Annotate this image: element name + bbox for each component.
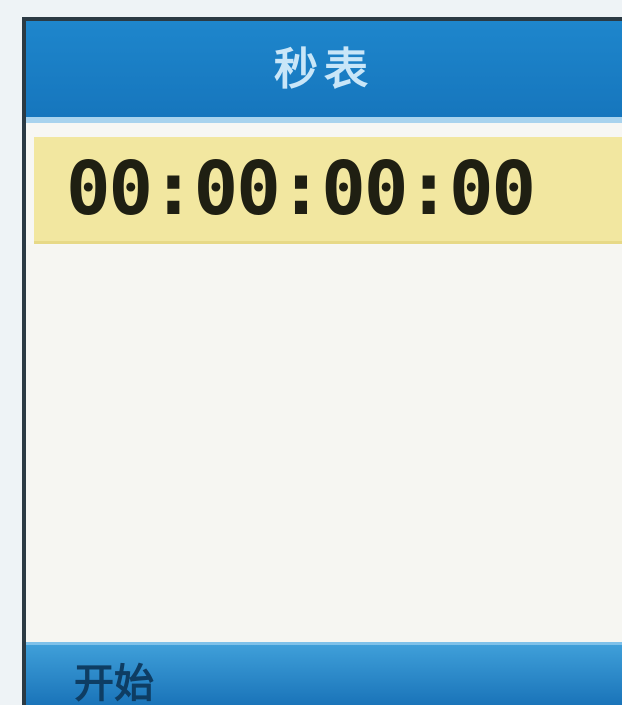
elapsed-time-readout: 00:00:00:00 <box>66 146 536 232</box>
start-softkey[interactable]: 开始 <box>74 651 154 705</box>
phone-screen: 秒表 00:00:00:00 开始 <box>22 17 622 705</box>
title-bar: 秒表 <box>26 21 622 123</box>
stopwatch-display: 00:00:00:00 <box>34 137 622 244</box>
softkey-bar: 开始 <box>26 642 622 705</box>
lap-list-area <box>26 245 622 645</box>
screen-title: 秒表 <box>274 44 374 95</box>
